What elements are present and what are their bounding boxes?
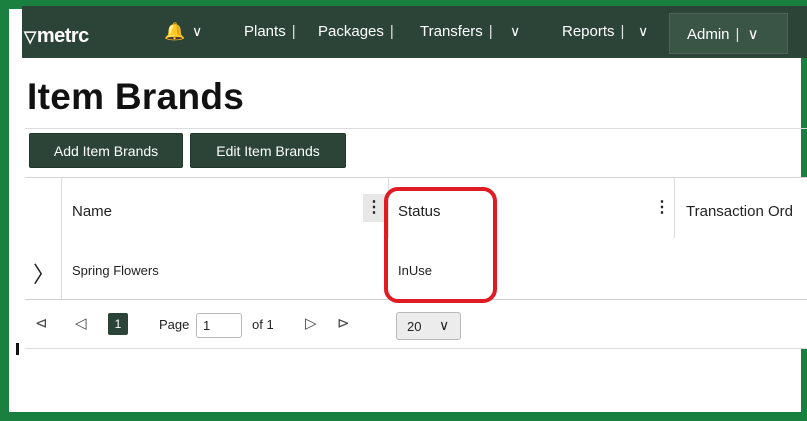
pagination-divider	[25, 348, 807, 349]
page-size-select[interactable]: 20 ∨	[396, 312, 461, 340]
nav-item-reports[interactable]: Reports |	[562, 23, 624, 40]
bell-icon[interactable]: 🔔	[164, 22, 185, 42]
add-item-brands-button[interactable]: Add Item Brands	[29, 133, 183, 168]
row-status-cell: InUse	[398, 263, 432, 278]
page-number-input[interactable]	[196, 313, 242, 338]
page-label: Page	[159, 317, 190, 332]
page-size-value: 20	[407, 319, 422, 334]
chevron-down-icon: ∨	[439, 317, 450, 333]
expand-row-chevron-right-icon[interactable]: 〉	[33, 257, 55, 289]
last-page-icon[interactable]: ⊳	[337, 314, 350, 332]
notifications-chevron-down-icon[interactable]: ∨	[192, 23, 202, 40]
column-divider[interactable]	[674, 178, 675, 238]
nav-item-plants[interactable]: Plants |	[244, 23, 296, 40]
nav-item-packages[interactable]: Packages |	[318, 23, 394, 40]
column-divider	[61, 238, 62, 299]
transfers-chevron-down-icon[interactable]: ∨	[510, 23, 520, 40]
next-page-icon[interactable]: ▷	[305, 314, 317, 332]
column-header-transaction-order[interactable]: Transaction Ord	[686, 203, 793, 220]
metrc-logo[interactable]: ▽metrc	[24, 25, 89, 48]
nav-item-transfers[interactable]: Transfers |	[420, 23, 493, 40]
table-row[interactable]: 〉 Spring Flowers InUse	[25, 238, 807, 299]
name-column-menu-icon[interactable]: ⋮	[363, 194, 385, 222]
edge-marker	[16, 343, 19, 355]
column-header-status[interactable]: Status	[398, 203, 441, 220]
page-count-label: of 1	[252, 317, 274, 332]
previous-page-icon[interactable]: ◁	[75, 314, 87, 332]
admin-chevron-down-icon: ∨	[747, 26, 759, 43]
admin-label: Admin	[687, 26, 730, 43]
column-divider	[61, 178, 62, 238]
current-page-badge[interactable]: 1	[108, 313, 128, 335]
row-name-cell: Spring Flowers	[72, 263, 159, 278]
title-divider	[25, 128, 807, 129]
reports-chevron-down-icon[interactable]: ∨	[638, 23, 648, 40]
admin-menu-button[interactable]: Admin | ∨	[669, 13, 788, 54]
column-divider[interactable]	[388, 178, 389, 238]
status-column-menu-icon[interactable]: ⋮	[651, 194, 673, 222]
edit-item-brands-button[interactable]: Edit Item Brands	[190, 133, 346, 168]
pagination-bar: ⊲ ◁ 1 Page of 1 ▷ ⊳ 20 ∨	[25, 300, 807, 348]
first-page-icon[interactable]: ⊲	[35, 314, 48, 332]
page-title: Item Brands	[27, 76, 245, 117]
grid-header-row: Name ⋮ Status ⋮ Transaction Ord	[25, 178, 807, 238]
metrc-logo-mark-icon: ▽	[24, 29, 36, 46]
column-header-name[interactable]: Name	[72, 203, 112, 220]
top-navbar: ▽metrc 🔔 ∨ Plants | Packages | Transfers | …	[22, 6, 807, 58]
